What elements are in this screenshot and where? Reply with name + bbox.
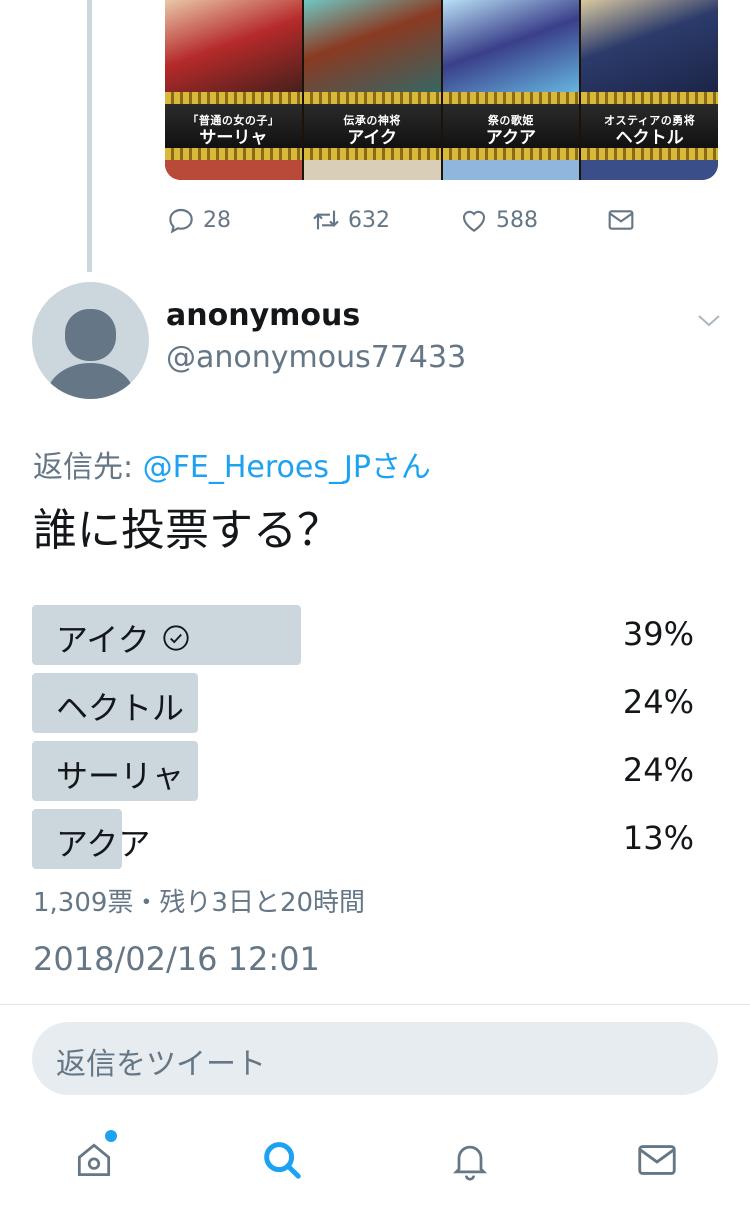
reply-input[interactable]: 返信をツイート	[32, 1022, 718, 1095]
poll-option: アクア 13%	[32, 809, 722, 869]
card-subtitle: 伝承の神将	[343, 114, 401, 127]
tweet-text: 誰に投票する？	[33, 505, 341, 556]
card-subtitle: 祭の歌姫	[487, 114, 534, 127]
poll-option: ヘクトル 24%	[32, 673, 722, 733]
messages-icon	[638, 1145, 676, 1175]
tweet-image[interactable]: 「普通の女の子」 サーリャ 伝承の神将 アイク 祭の歌姫 アクア オスティアの勇…	[165, 0, 718, 180]
chevron-down-icon[interactable]	[694, 308, 724, 332]
poll-option-label: アクア	[56, 825, 151, 863]
reply-count: 28	[203, 207, 231, 233]
tab-search[interactable]	[252, 1130, 312, 1190]
poll-option-percent: 24%	[622, 751, 694, 789]
tab-messages[interactable]	[627, 1130, 687, 1190]
tweet-timestamp: 2018/02/16 12:01	[33, 940, 320, 978]
poll-option: アイク 39%	[32, 605, 722, 665]
home-icon	[77, 1143, 111, 1177]
thread-line	[87, 0, 92, 272]
heart-icon	[462, 210, 486, 232]
card-name: アクア	[485, 128, 536, 148]
like-button[interactable]: 588	[458, 200, 538, 240]
character-card-ike: 伝承の神将 アイク	[303, 0, 443, 180]
like-count: 588	[496, 207, 538, 233]
card-subtitle: 「普通の女の子」	[187, 114, 280, 127]
reply-button[interactable]: 28	[165, 200, 231, 240]
avatar[interactable]	[32, 282, 149, 399]
default-avatar-icon	[46, 309, 135, 399]
retweet-button[interactable]: 632	[310, 200, 390, 240]
reply-to-prefix: 返信先:	[33, 450, 143, 485]
poll-option-label: アイク	[56, 621, 150, 659]
reply-mention-link[interactable]: @FE_Heroes_JPさん	[143, 450, 431, 485]
reply-to-line: 返信先: @FE_Heroes_JPさん	[33, 442, 431, 486]
reply-icon	[169, 208, 193, 234]
retweet-count: 632	[348, 207, 390, 233]
card-name: アイク	[347, 128, 398, 148]
display-name[interactable]: anonymous	[166, 298, 360, 333]
tab-notifications[interactable]	[440, 1130, 500, 1190]
poll-option-label: ヘクトル	[56, 689, 185, 727]
tweet-actions: 28 632 588	[165, 200, 665, 240]
poll-option-percent: 13%	[622, 819, 694, 857]
poll-option: サーリャ 24%	[32, 741, 722, 801]
home-notification-dot	[105, 1130, 117, 1142]
poll-option-percent: 24%	[622, 683, 694, 721]
card-subtitle: オスティアの勇将	[603, 114, 696, 127]
character-card-sarya: 「普通の女の子」 サーリャ	[165, 0, 304, 180]
notifications-icon	[452, 1145, 488, 1181]
poll-meta: 1,309票・残り3日と20時間	[33, 888, 366, 918]
check-circle-icon	[163, 625, 189, 651]
user-handle[interactable]: @anonymous77433	[166, 340, 466, 375]
direct-message-button[interactable]	[605, 200, 637, 240]
retweet-icon	[313, 210, 339, 230]
poll-option-percent: 39%	[622, 615, 694, 653]
card-name: サーリャ	[199, 128, 268, 148]
character-card-hector: オスティアの勇将 ヘクトル	[581, 0, 718, 180]
envelope-icon	[608, 210, 634, 230]
search-icon	[264, 1142, 301, 1179]
divider	[0, 1004, 750, 1005]
card-name: ヘクトル	[615, 128, 684, 148]
poll-option-label: サーリャ	[56, 757, 185, 795]
character-card-azura: 祭の歌姫 アクア	[442, 0, 582, 180]
